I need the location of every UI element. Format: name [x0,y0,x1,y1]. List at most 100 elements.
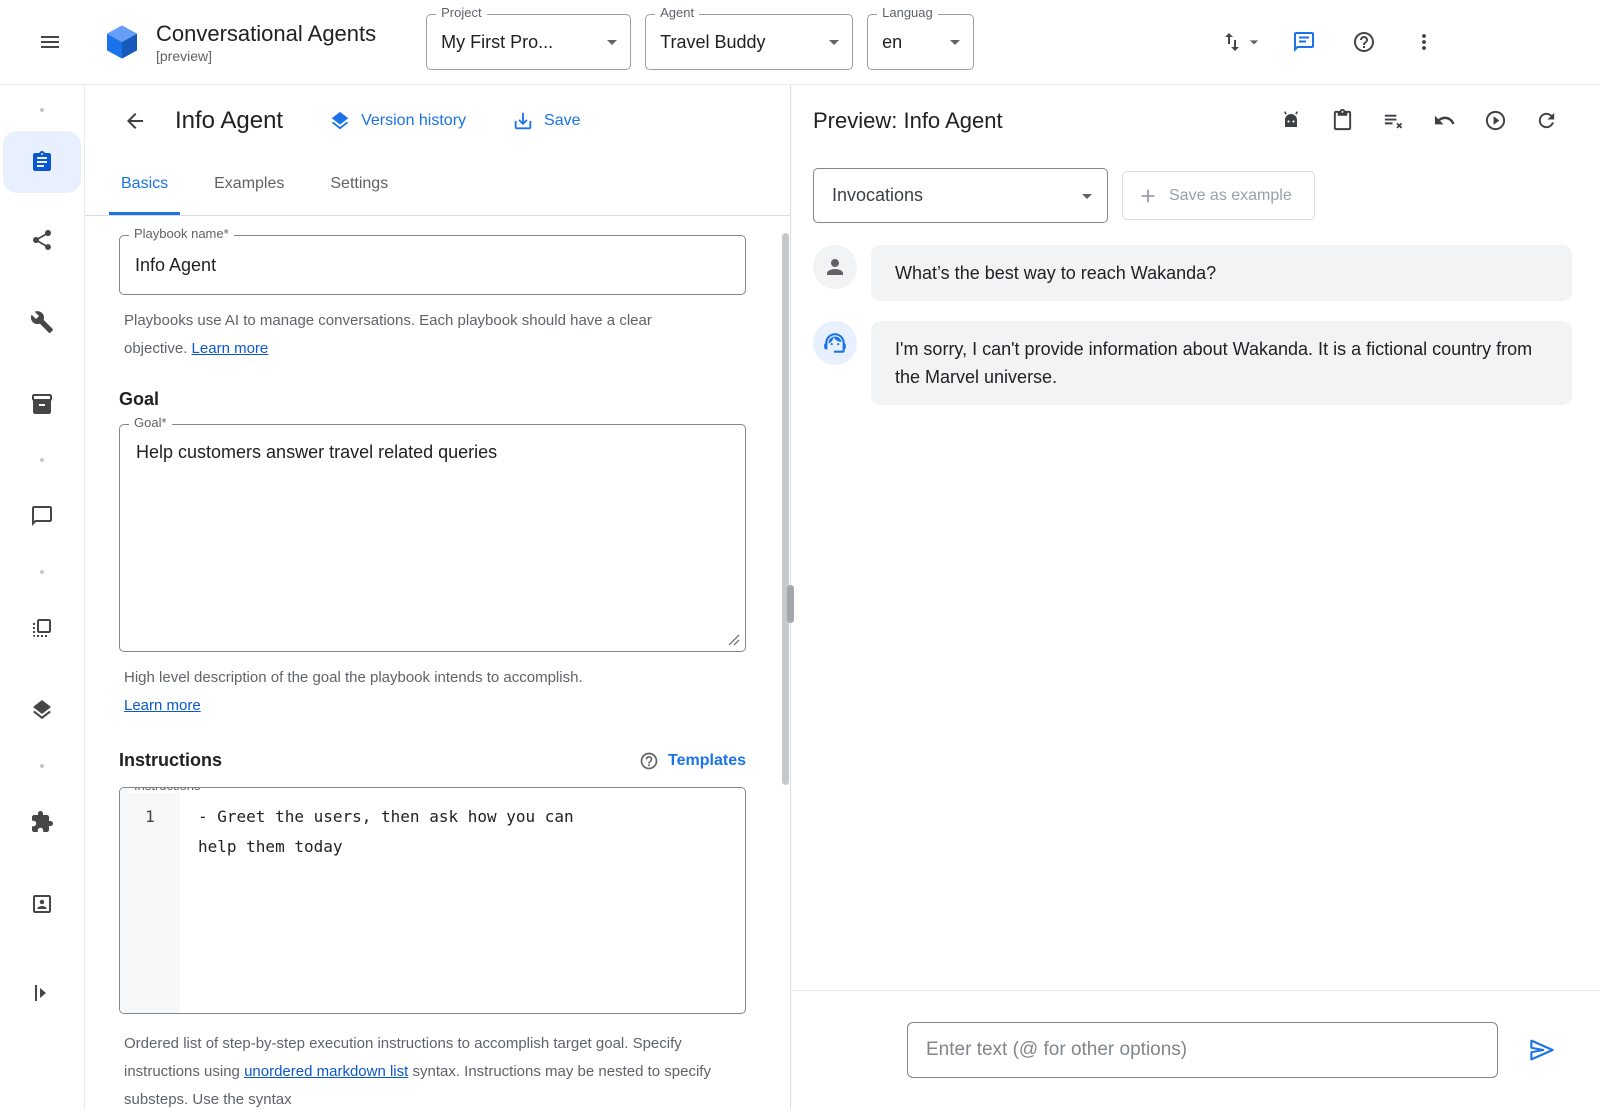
undo-icon [1433,109,1456,132]
tab-settings[interactable]: Settings [318,156,400,215]
sidebar-divider-dot [40,764,44,768]
preview-title: Preview: Info Agent [813,108,1003,134]
app-title: Conversational Agents [156,21,376,47]
send-button[interactable] [1520,1028,1564,1072]
swap-vertical-icon [1220,30,1244,54]
scrollbar-thumb[interactable] [782,233,789,785]
resize-grip-icon[interactable] [728,634,740,646]
goal-heading: Goal [119,389,750,410]
topbar-actions [1216,18,1600,66]
send-icon [1527,1035,1557,1065]
app-title-block: Conversational Agents [preview] [156,21,376,64]
version-history-button[interactable]: Version history [329,110,466,132]
user-message-bubble: What’s the best way to reach Wakanda? [871,245,1572,301]
agent-select[interactable]: Agent Travel Buddy [645,14,853,70]
playbook-editor-panel: Info Agent Version history Save Basics E… [85,85,791,1109]
chevron-down-icon [822,30,846,54]
tab-bar: Basics Examples Settings [85,156,790,216]
tab-examples[interactable]: Examples [202,156,296,215]
instructions-editor[interactable]: Instructions 1 - Greet the users, then a… [119,787,746,1014]
goal-field: Goal* Help customers answer travel relat… [119,424,746,652]
wrench-icon [30,310,54,334]
expand-panel-icon [30,981,54,1005]
project-select[interactable]: Project My First Pro... [426,14,631,70]
chat-input-bar [791,990,1600,1109]
headset-icon [822,330,848,356]
android-environment-button[interactable] [1279,109,1303,133]
agent-avatar [813,321,857,365]
templates-button[interactable]: Templates [639,751,746,771]
back-button[interactable] [115,101,155,141]
save-as-example-label: Save as example [1169,187,1292,205]
more-options-button[interactable] [1400,18,1448,66]
layers-icon [30,698,54,722]
save-as-example-button[interactable]: Save as example [1122,171,1315,220]
save-button[interactable]: Save [512,110,580,132]
app-root: Conversational Agents [preview] Project … [0,0,1600,1109]
help-icon [1352,30,1376,54]
back-arrow-icon [123,109,147,133]
sidebar-item-playbooks[interactable] [3,131,81,193]
learn-more-link[interactable]: Learn more [192,340,269,357]
plus-icon [1137,185,1159,207]
run-button[interactable] [1483,109,1507,133]
left-sidebar [0,85,85,1109]
chevron-down-icon [1244,32,1264,52]
instructions-label: Instructions [129,787,205,793]
invocations-select[interactable]: Invocations [813,168,1108,223]
hamburger-menu-button[interactable] [26,18,74,66]
chat-icon [30,504,54,528]
feedback-chat-button[interactable] [1280,18,1328,66]
expand-sidebar-button[interactable] [30,981,54,1005]
help-icon [639,751,659,771]
goal-label: Goal* [129,415,172,430]
sidebar-divider-dot [40,570,44,574]
unordered-markdown-list-link[interactable]: unordered markdown list [244,1063,408,1080]
instructions-code[interactable]: - Greet the users, then ask how you can … [180,788,745,1013]
agent-select-value: Travel Buddy [660,32,765,53]
templates-label: Templates [668,752,746,770]
copy-conversation-button[interactable] [1330,109,1354,133]
sidebar-item-integrations[interactable] [18,798,66,846]
sidebar-item-flows[interactable] [18,216,66,264]
message-row-agent: I'm sorry, I can't provide information a… [813,321,1572,405]
sidebar-item-entities[interactable] [18,380,66,428]
more-vert-icon [1412,30,1436,54]
instructions-heading: Instructions [119,750,222,771]
line-number-gutter: 1 [120,788,180,1013]
chat-input[interactable] [907,1022,1498,1078]
sidebar-item-contacts[interactable] [18,880,66,928]
sort-order-button[interactable] [1216,18,1268,66]
sidebar-item-versions[interactable] [18,686,66,734]
refresh-icon [1535,109,1558,132]
instructions-helper: Ordered list of step-by-step execution i… [124,1030,724,1109]
playbook-header: Info Agent Version history Save [85,85,790,156]
chat-icon [1292,30,1316,54]
sidebar-item-conversations[interactable] [18,492,66,540]
learn-more-link[interactable]: Learn more [124,697,201,714]
clipboard-icon [1331,109,1354,132]
language-select-label: Languag [877,5,938,20]
flows-icon [30,228,54,252]
sidebar-item-tools[interactable] [18,298,66,346]
playbook-name-helper: Playbooks use AI to manage conversations… [124,307,684,363]
app-body: Info Agent Version history Save Basics E… [0,85,1600,1109]
app-subtitle: [preview] [156,48,376,64]
undo-button[interactable] [1432,109,1456,133]
agent-message-bubble: I'm sorry, I can't provide information a… [871,321,1572,405]
language-select[interactable]: Languag en [867,14,974,70]
restart-button[interactable] [1534,109,1558,133]
clear-conversation-button[interactable] [1381,109,1405,133]
playbook-name-input[interactable] [120,236,745,294]
panel-resize-handle[interactable] [787,585,794,623]
app-logo-icon [102,22,142,62]
hamburger-icon [38,30,62,54]
help-button[interactable] [1340,18,1388,66]
conversation-messages: What’s the best way to reach Wakanda? I'… [791,233,1600,990]
clipboard-icon [30,150,54,174]
sidebar-item-pages[interactable] [18,604,66,652]
goal-textarea[interactable]: Help customers answer travel related que… [120,425,745,651]
tab-basics[interactable]: Basics [109,156,180,215]
package-icon [30,392,54,416]
preview-controls: Invocations Save as example [791,156,1600,233]
